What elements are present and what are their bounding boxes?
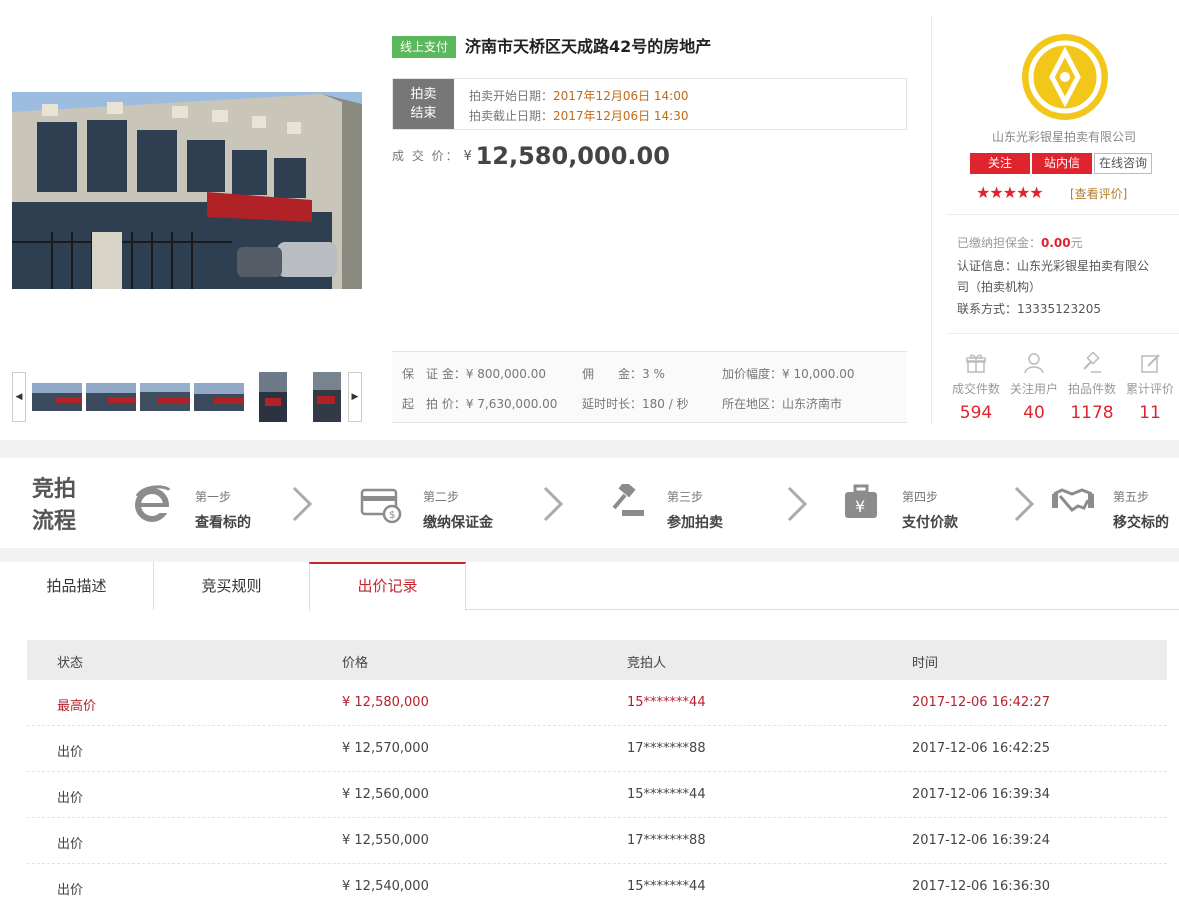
stat-reviews: 累计评价 11 (1121, 352, 1179, 423)
rating-stars: ★★★★★ (976, 183, 1044, 202)
column-price: 价格 (342, 656, 369, 671)
deposit-value: 保 证 金：¥ 800,000.00 (402, 367, 546, 381)
auction-time-box: 拍卖 结束 拍卖开始日期：2017年12月06日 14:00 拍卖截止日期：20… (392, 78, 907, 130)
fee-info: 保 证 金：¥ 800,000.00 佣 金：3 % 加价幅度：¥ 10,000… (392, 351, 907, 423)
view-reviews-link[interactable]: [查看评价] (1070, 185, 1127, 202)
thumbnail[interactable] (140, 383, 190, 411)
thumbnail[interactable] (32, 383, 82, 411)
increment-value: 加价幅度：¥ 10,000.00 (722, 367, 855, 381)
section-spacer (0, 440, 1179, 458)
certification-line1: 认证信息：山东光彩银星拍卖有限公 (957, 259, 1150, 273)
certification-line2: 司（拍卖机构） (957, 280, 1042, 294)
step-4-number: 第四步 (902, 490, 939, 504)
table-row: 最高价 ¥ 12,580,000 15*******44 2017-12-06 … (27, 680, 1167, 726)
thumbnail[interactable] (313, 372, 341, 422)
chevron-right-icon (1014, 486, 1035, 522)
table-row: 出价 ¥ 12,550,000 17*******88 2017-12-06 1… (27, 818, 1167, 864)
thumbnail[interactable] (194, 383, 244, 411)
building-photo (12, 92, 362, 289)
step-3-number: 第三步 (667, 490, 704, 504)
step-2-name: 缴纳保证金 (423, 515, 493, 531)
stat-items: 拍品件数 1178 (1063, 352, 1121, 423)
table-row: 出价 ¥ 12,540,000 15*******44 2017-12-06 1… (57, 879, 1051, 898)
chevron-right-icon (292, 486, 313, 522)
table-header: 状态 价格 竞拍人 时间 (27, 640, 1167, 680)
gift-icon (966, 354, 986, 373)
tab-description[interactable]: 拍品描述 (0, 562, 154, 610)
browser-ie-icon (135, 485, 171, 522)
region-value: 所在地区：山东济南市 (722, 397, 843, 411)
seller-name[interactable]: 山东光彩银星拍卖有限公司 (940, 128, 1179, 145)
main-photo[interactable] (12, 92, 362, 289)
auction-process: 竞拍 流程 第一步 查看标的 $ 第二步 缴纳保证金 第三步 参加拍卖 ¥ 第四… (0, 458, 1179, 548)
item-title: 济南市天桥区天成路42号的房地产 (465, 37, 712, 56)
start-price-value: 起 拍 价：¥ 7,630,000.00 (402, 397, 558, 411)
divider (946, 214, 1179, 215)
gavel-icon (612, 484, 644, 516)
step-3-name: 参加拍卖 (667, 515, 723, 531)
sidebar-divider (931, 16, 932, 424)
arrow-left-icon: ◀ (15, 392, 23, 402)
column-bidder: 竞拍人 (627, 656, 667, 671)
online-consult-button[interactable]: 在线咨询 (1094, 153, 1152, 174)
tab-rules[interactable]: 竞买规则 (154, 562, 310, 610)
step-1-number: 第一步 (195, 490, 232, 504)
follow-button[interactable]: 关注 (970, 153, 1030, 174)
table-row: 出价 ¥ 12,560,000 15*******44 2017-12-06 1… (27, 772, 1167, 818)
bid-records-table: 状态 价格 竞拍人 时间 最高价 ¥ 12,580,000 15*******4… (27, 640, 1167, 904)
step-1-name: 查看标的 (195, 515, 251, 531)
stat-deals: 成交件数 594 (947, 352, 1005, 423)
thumbnail[interactable] (259, 372, 287, 422)
detail-tabs: 拍品描述 竞买规则 出价记录 (0, 562, 1179, 611)
divider (946, 333, 1179, 334)
contact-info: 联系方式：13335123205 (957, 302, 1101, 316)
chevron-right-icon (543, 486, 564, 522)
delay-value: 延时时长：180 / 秒 (582, 397, 689, 411)
auction-status: 拍卖 结束 (393, 79, 454, 129)
stat-followers: 关注用户 40 (1005, 352, 1063, 423)
arrow-right-icon: ▶ (351, 392, 359, 402)
user-icon (1024, 353, 1044, 374)
chevron-right-icon (787, 486, 808, 522)
thumbnail-strip: ◀ ▶ (12, 372, 362, 422)
handshake-icon (1052, 488, 1094, 512)
thumb-prev-button[interactable]: ◀ (12, 372, 26, 422)
payment-bag-icon: ¥ (845, 484, 877, 518)
step-4-name: 支付价款 (902, 515, 958, 531)
edit-icon (1141, 354, 1160, 373)
step-5-number: 第五步 (1113, 490, 1150, 504)
thumb-next-button[interactable]: ▶ (348, 372, 362, 422)
auction-start-date: 拍卖开始日期：2017年12月06日 14:00 (469, 89, 689, 103)
process-title: 竞拍 流程 (32, 477, 77, 534)
guarantee-deposit: 已缴纳担保金：0.00元 (957, 236, 1083, 250)
step-2-number: 第二步 (423, 490, 460, 504)
step-5-name: 移交标的 (1113, 515, 1169, 531)
tab-bid-records[interactable]: 出价记录 (309, 562, 466, 611)
auction-end-date: 拍卖截止日期：2017年12月06日 14:30 (469, 109, 689, 123)
thumbnail[interactable] (86, 383, 136, 411)
column-status: 状态 (57, 656, 84, 671)
svg-text:¥: ¥ (855, 497, 865, 516)
commission-value: 佣 金：3 % (582, 367, 665, 381)
online-payment-tag: 线上支付 (392, 36, 456, 58)
section-spacer (0, 548, 1179, 562)
svg-text:$: $ (389, 510, 395, 521)
deal-price: 成 交 价： ¥ 12,580,000.00 (392, 142, 670, 170)
gavel-icon (1083, 352, 1101, 373)
company-logo (1020, 32, 1110, 122)
table-row: 出价 ¥ 12,570,000 17*******88 2017-12-06 1… (27, 726, 1167, 772)
card-payment-icon: $ (360, 488, 402, 524)
column-time: 时间 (912, 656, 939, 671)
message-button[interactable]: 站内信 (1032, 153, 1092, 174)
